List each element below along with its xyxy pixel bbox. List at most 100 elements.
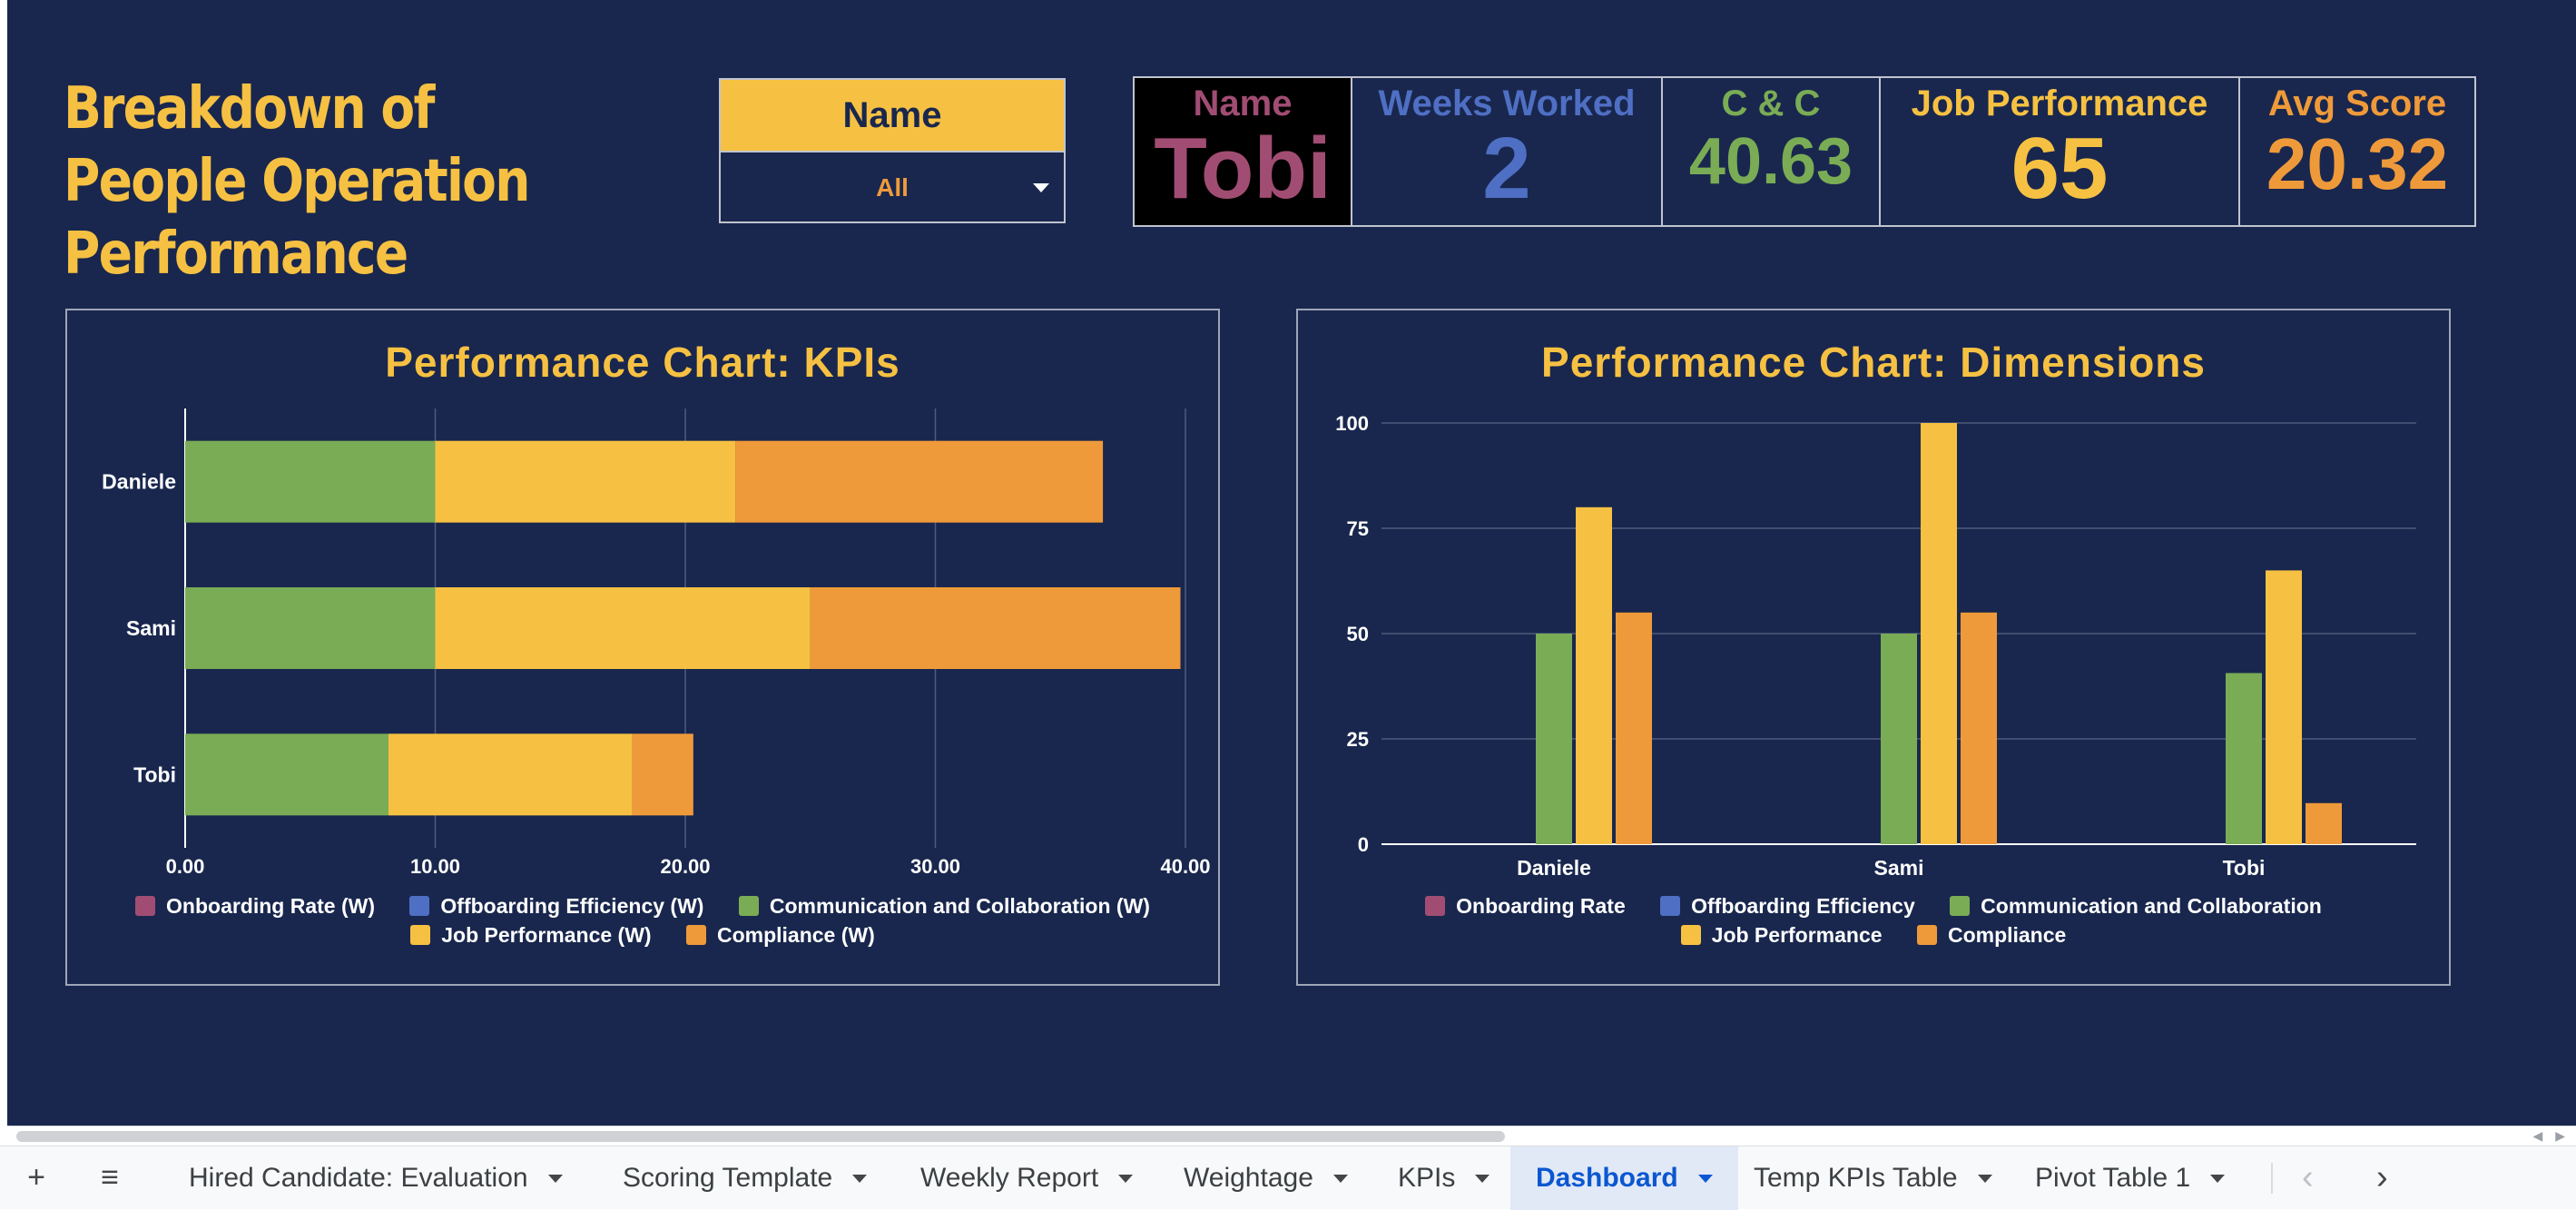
tab-menu-caret-icon[interactable] [547, 1175, 563, 1183]
legend-item-compliance: Compliance [1916, 920, 2067, 949]
bar-segment [435, 587, 811, 669]
kpi-label: Name [1193, 84, 1293, 123]
x-tick-label: 20.00 [660, 855, 710, 878]
bar-segment [185, 587, 436, 669]
bar-segment [810, 587, 1181, 669]
column-bar [2306, 802, 2342, 844]
x-category-label: Daniele [1517, 856, 1591, 880]
legend-swatch [1425, 896, 1446, 916]
legend-item-communication: Communication and Collaboration (W) [738, 891, 1150, 920]
tab-label: KPIs [1398, 1163, 1456, 1193]
dimensions-column-chart: 0 25 50 75 100 Daniele Sami Tobi [1335, 412, 2416, 880]
legend-label: Compliance [1947, 923, 2067, 947]
column-bar [2266, 570, 2302, 844]
tab-label: Hired Candidate: Evaluation [189, 1163, 528, 1193]
bar-segment [632, 733, 693, 816]
bar-segment [185, 440, 436, 523]
kpi-chart-legend: Onboarding Rate (W) Offboarding Efficien… [67, 891, 1218, 949]
kpi-value: 40.63 [1688, 125, 1853, 198]
legend-swatch [135, 896, 156, 916]
sheet-tab-active[interactable]: Dashboard [1510, 1146, 1738, 1210]
legend-swatch [685, 925, 706, 945]
kpi-chart-panel[interactable]: Performance Chart: KPIs 0.00 10.00 20.00 30… [65, 309, 1220, 986]
menu-icon[interactable]: ≡ [87, 1146, 133, 1210]
column-bar [1536, 634, 1572, 844]
legend-label: Job Performance [1711, 923, 1883, 947]
kpi-value: Tobi [1154, 120, 1332, 217]
tab-menu-caret-icon[interactable] [2210, 1175, 2226, 1183]
bar-segment [185, 733, 388, 816]
legend-label: Communication and Collaboration (W) [769, 894, 1150, 918]
column-bar [1881, 634, 1917, 844]
column-bar [1576, 507, 1612, 844]
sheet-tab[interactable]: Temp KPIs Table [1728, 1146, 2018, 1210]
kpi-weeks-worked: Weeks Worked 2 [1352, 78, 1663, 225]
legend-item-job-performance: Job Performance [1680, 920, 1883, 949]
column-bar [1961, 612, 1997, 844]
x-tick-label: 30.00 [910, 855, 960, 878]
legend-label: Offboarding Efficiency (W) [440, 894, 704, 918]
legend-label: Communication and Collaboration [1981, 894, 2322, 918]
chevron-left-icon[interactable]: ‹ [2302, 1146, 2314, 1210]
y-category-label: Sami [126, 616, 176, 640]
tab-label: Scoring Template [623, 1163, 833, 1193]
tab-menu-caret-icon[interactable] [1332, 1175, 1348, 1183]
kpi-job-performance: Job Performance 65 [1881, 78, 2240, 225]
sheet-tab[interactable]: Weekly Report [895, 1146, 1158, 1210]
sheet-tab[interactable]: Pivot Table 1 [2010, 1146, 2250, 1210]
tab-menu-caret-icon[interactable] [852, 1175, 868, 1183]
legend-label: Onboarding Rate [1456, 894, 1626, 918]
bar-segment [388, 733, 633, 816]
x-tick-label: 40.00 [1160, 855, 1210, 878]
legend-label: Offboarding Efficiency [1691, 894, 1915, 918]
sheet-tab[interactable]: Hired Candidate: Evaluation [163, 1146, 588, 1210]
kpi-value: 20.32 [2266, 123, 2449, 204]
tab-label: Temp KPIs Table [1754, 1163, 1958, 1193]
chevron-right-icon[interactable]: › [2376, 1146, 2388, 1210]
y-tick-label: 100 [1335, 412, 1369, 435]
scroll-arrows[interactable]: ◀ ▶ [2533, 1128, 2565, 1144]
legend-swatch [409, 896, 430, 916]
x-tick-label: 10.00 [410, 855, 460, 878]
filter-dropdown[interactable]: All [721, 152, 1064, 223]
scrollbar-thumb[interactable] [16, 1131, 1505, 1142]
legend-swatch [1950, 896, 1971, 916]
legend-swatch [1660, 896, 1681, 916]
y-tick-label: 25 [1347, 728, 1369, 751]
legend-swatch [410, 925, 431, 945]
y-tick-label: 50 [1347, 623, 1369, 645]
tab-label: Weekly Report [920, 1163, 1099, 1193]
dimensions-chart-panel[interactable]: Performance Chart: Dimensions 0 25 50 75 100… [1296, 309, 2451, 986]
x-category-label: Sami [1874, 856, 1924, 880]
dashboard-title: Breakdown of People Operation Performanc… [64, 75, 530, 288]
y-category-label: Daniele [102, 470, 176, 494]
sheet-tab[interactable]: Scoring Template [597, 1146, 892, 1210]
kpi-name: Name Tobi [1135, 78, 1352, 225]
scroll-left-arrow-icon[interactable]: ◀ [2533, 1128, 2543, 1143]
tab-menu-caret-icon[interactable] [1475, 1175, 1490, 1183]
name-filter[interactable]: Name All [719, 78, 1066, 223]
dropdown-caret-icon[interactable] [1033, 183, 1049, 192]
tab-menu-caret-icon[interactable] [1697, 1175, 1713, 1183]
dimensions-chart-legend: Onboarding Rate Offboarding Efficiency C… [1298, 891, 2449, 949]
kpi-label: Job Performance [1911, 84, 2208, 123]
column-bar [1616, 612, 1652, 844]
y-category-label: Tobi [133, 762, 176, 786]
horizontal-scrollbar[interactable]: ◀ ▶ [7, 1126, 2576, 1146]
scroll-right-arrow-icon[interactable]: ▶ [2555, 1128, 2565, 1143]
kpi-scorecard: Name Tobi Weeks Worked 2 C & C 40.63 Job… [1133, 76, 2476, 227]
legend-item-job-performance: Job Performance (W) [410, 920, 652, 949]
legend-item-compliance: Compliance (W) [685, 920, 875, 949]
legend-label: Compliance (W) [716, 923, 875, 947]
kpi-label: C & C [1721, 84, 1821, 123]
sheet-tab[interactable]: KPIs [1372, 1146, 1515, 1210]
kpi-bar-chart: 0.00 10.00 20.00 30.00 40.00 Daniele Sami Tobi [102, 408, 1211, 878]
tab-menu-caret-icon[interactable] [1118, 1175, 1134, 1183]
plus-icon[interactable]: + [16, 1146, 56, 1210]
filter-label: Name [721, 80, 1064, 152]
kpi-value: 65 [2011, 120, 2109, 217]
tab-divider [2271, 1163, 2273, 1194]
bar-segment [435, 440, 736, 523]
tab-menu-caret-icon[interactable] [1977, 1175, 1992, 1183]
sheet-tab[interactable]: Weightage [1158, 1146, 1373, 1210]
